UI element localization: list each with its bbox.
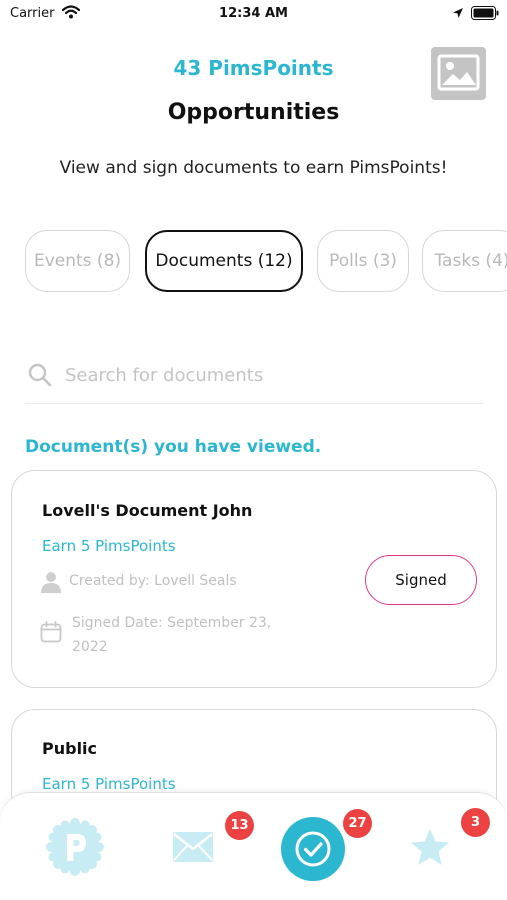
document-points: Earn 5 PimsPoints (42, 537, 176, 555)
document-title: Public (42, 739, 98, 758)
tab-events[interactable]: Events (8) (25, 230, 130, 292)
section-label: Document(s) you have viewed. (25, 437, 322, 457)
page-title: Opportunities (167, 100, 340, 125)
favorites-badge: 3 (461, 808, 490, 837)
document-card[interactable]: Lovell's Document John Earn 5 PimsPoints… (11, 470, 497, 688)
nav-opportunities[interactable]: 27 (280, 793, 372, 900)
nav-messages[interactable]: 13 (170, 793, 254, 900)
signed-status-button[interactable]: Signed (365, 555, 477, 605)
tab-tasks[interactable]: Tasks (4) (422, 230, 507, 292)
document-signed-date: Signed Date: September 23, 2022 (72, 615, 272, 655)
tab-polls[interactable]: Polls (3) (317, 230, 409, 292)
category-tabs: Events (8) Documents (12) Polls (3) Task… (0, 230, 507, 292)
image-placeholder-icon[interactable] (431, 47, 486, 100)
search-bar (25, 354, 483, 404)
nav-favorites[interactable]: 3 (410, 793, 490, 900)
mail-icon (173, 832, 213, 862)
calendar-icon (40, 621, 62, 643)
tab-documents[interactable]: Documents (12) (145, 230, 303, 292)
nav-points[interactable] (45, 793, 107, 900)
page-subtitle: View and sign documents to earn PimsPoin… (59, 158, 448, 178)
location-arrow-icon (453, 8, 463, 18)
opportunities-badge: 27 (343, 809, 372, 838)
status-bar: Carrier 12:34 AM (0, 0, 507, 28)
pims-logo-icon (46, 818, 104, 876)
messages-badge: 13 (225, 811, 254, 840)
search-input[interactable] (65, 358, 465, 392)
document-points: Earn 5 PimsPoints (42, 775, 176, 793)
bottom-tab-bar: 13 27 3 (0, 792, 507, 900)
user-icon (41, 572, 61, 593)
document-title: Lovell's Document John (42, 501, 253, 520)
battery-icon (471, 6, 499, 20)
search-icon (28, 363, 52, 387)
check-circle-icon (281, 817, 345, 881)
document-creator: Created by: Lovell Seals (69, 573, 237, 589)
status-time: 12:34 AM (219, 6, 288, 21)
star-icon (411, 829, 449, 865)
